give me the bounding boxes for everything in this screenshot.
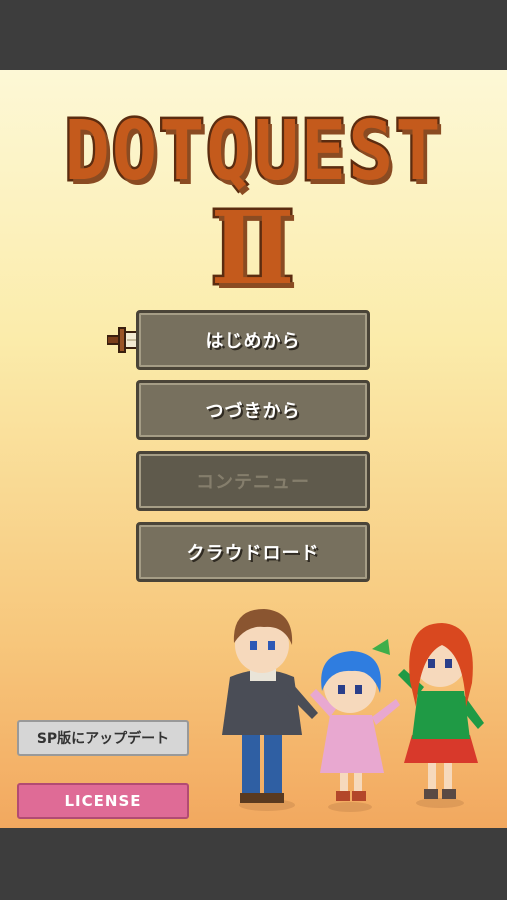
logo-numeral: Ⅱ (208, 189, 297, 307)
red-hair-girl-character (398, 623, 484, 808)
continue-label: つづきから (205, 401, 301, 422)
status-bar-top (0, 0, 507, 70)
cloud-load-label: クラウドロード (186, 543, 320, 564)
navigation-bar-bottom (0, 828, 507, 900)
start-new-label: はじめから (205, 331, 301, 352)
license-label: LICENSE (64, 792, 142, 810)
cloud-load-button[interactable]: クラウドロード (136, 522, 370, 582)
logo-title: DOTQUEST (62, 104, 443, 199)
sp-update-button[interactable]: SP版にアップデート (17, 720, 189, 756)
blue-hair-girl-character (310, 639, 400, 812)
title-screen: DOTQUEST Ⅱ はじめから つづきから コンテニュー クラウドロード SP… (0, 70, 507, 828)
boy-character (222, 609, 318, 811)
continue-button[interactable]: つづきから (136, 380, 370, 440)
license-button[interactable]: LICENSE (17, 783, 189, 819)
start-new-button[interactable]: はじめから (136, 310, 370, 370)
continue-disabled-label: コンテニュー (196, 472, 310, 493)
sp-update-label: SP版にアップデート (36, 731, 170, 747)
game-logo: DOTQUEST Ⅱ (0, 104, 507, 307)
continue-disabled-button: コンテニュー (136, 451, 370, 511)
party-illustration (222, 609, 484, 812)
